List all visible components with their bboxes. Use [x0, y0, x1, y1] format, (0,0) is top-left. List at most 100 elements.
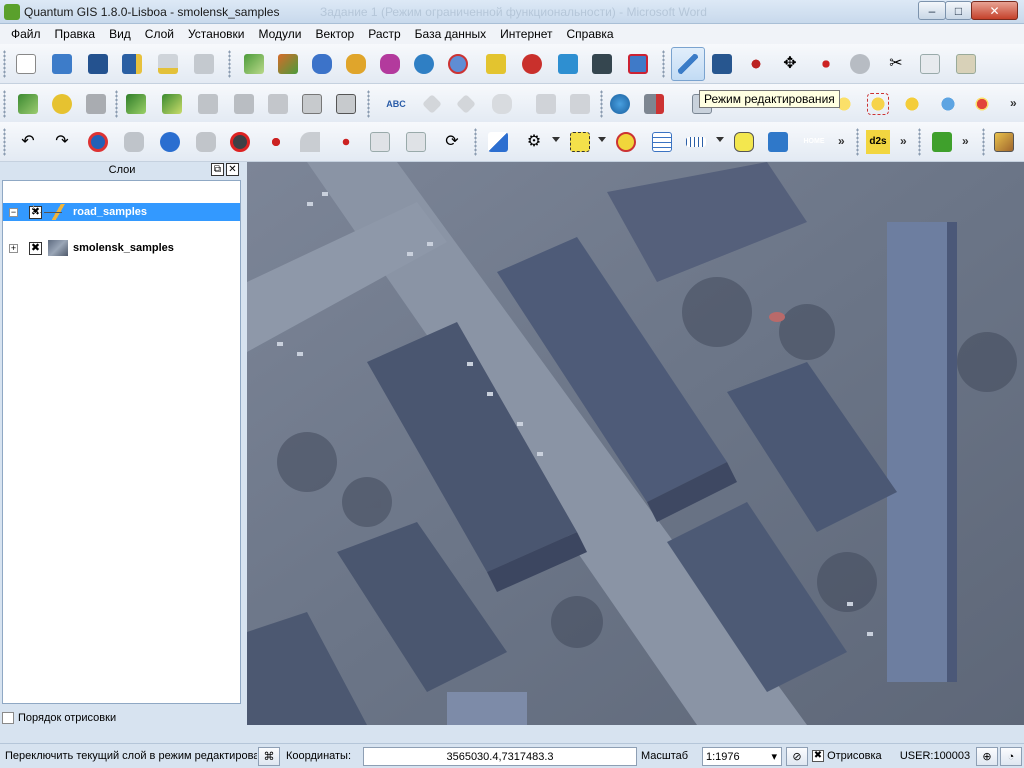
rotate-point-symbols-icon[interactable]	[86, 130, 110, 154]
render-order-option[interactable]: Порядок отрисовки	[2, 710, 116, 726]
change-label-icon[interactable]	[568, 92, 592, 116]
menu-file[interactable]: Файл	[4, 24, 48, 44]
add-delimited-text-icon[interactable]	[590, 52, 614, 76]
add-spatialite-layer-icon[interactable]	[344, 52, 368, 76]
show-pinned-labels-icon[interactable]	[454, 92, 478, 116]
add-wcs-layer-icon[interactable]	[446, 52, 470, 76]
crs-globe-icon[interactable]: ⊕	[976, 747, 998, 766]
open-project-icon[interactable]	[50, 52, 74, 76]
menu-database[interactable]: База данных	[408, 24, 493, 44]
new-project-icon[interactable]	[14, 52, 38, 76]
toolbar-grip[interactable]	[3, 128, 6, 156]
delete-part-icon[interactable]	[196, 92, 220, 116]
remove-layer-icon[interactable]	[520, 52, 544, 76]
cut-features-icon[interactable]: ✂	[884, 52, 908, 76]
zoom-full-icon[interactable]	[866, 92, 890, 116]
map-tips-icon[interactable]	[732, 130, 756, 154]
delete-ring-adv-icon[interactable]	[228, 130, 252, 154]
collapse-toggle[interactable]: −	[9, 207, 18, 217]
delete-ring-icon[interactable]	[84, 92, 108, 116]
panel-close-button[interactable]: ✕	[226, 163, 239, 176]
simplify-feature-icon[interactable]	[124, 92, 148, 116]
zoom-last-icon[interactable]	[970, 92, 994, 116]
add-ring-adv-icon[interactable]	[158, 130, 182, 154]
python-console-icon[interactable]	[930, 130, 954, 154]
maximize-button[interactable]: □	[945, 1, 972, 20]
run-feature-action-icon[interactable]: ⚙	[522, 130, 546, 154]
scale-combo[interactable]: 1:1976 ▾	[702, 747, 782, 766]
toolbar-grip[interactable]	[115, 90, 118, 118]
move-label-icon[interactable]	[490, 92, 514, 116]
menu-vector[interactable]: Вектор	[308, 24, 361, 44]
merge-attributes-icon[interactable]	[368, 130, 392, 154]
attribute-table-icon[interactable]	[650, 130, 674, 154]
menu-plugins[interactable]: Модули	[251, 24, 308, 44]
deselect-features-icon[interactable]	[614, 130, 638, 154]
save-edits-icon[interactable]	[710, 52, 734, 76]
show-bookmarks-icon[interactable]: HOME	[802, 130, 826, 154]
action-dropdown-arrow[interactable]	[552, 137, 560, 142]
offset-curve-icon[interactable]	[266, 92, 290, 116]
copy-features-icon[interactable]	[918, 52, 942, 76]
offset-adv-icon[interactable]	[298, 130, 322, 154]
layers-tree[interactable]: − ✖ road_samples + ✖ smolensk_samples	[2, 180, 241, 704]
measure-line-icon[interactable]	[684, 130, 708, 154]
map-canvas[interactable]	[247, 162, 1024, 725]
toolbar-grip[interactable]	[918, 128, 921, 156]
render-order-checkbox[interactable]	[2, 712, 14, 724]
zoom-selection-icon[interactable]	[900, 92, 924, 116]
toolbar-grip[interactable]	[367, 90, 370, 118]
print-composer-icon[interactable]	[156, 52, 180, 76]
pencil-icon[interactable]	[676, 52, 700, 76]
delete-selected-icon[interactable]	[848, 52, 872, 76]
new-shapefile-icon[interactable]	[484, 52, 508, 76]
menu-settings[interactable]: Установки	[181, 24, 251, 44]
add-ring-icon[interactable]	[50, 92, 74, 116]
d2s-plugin-icon[interactable]: d2s	[866, 130, 890, 154]
move-feature-icon[interactable]: ✥	[778, 52, 802, 76]
split-parts-icon[interactable]	[334, 130, 358, 154]
save-project-icon[interactable]	[86, 52, 110, 76]
render-checkbox[interactable]: ✖	[812, 750, 824, 763]
composer-manager-icon[interactable]	[192, 52, 216, 76]
minimize-button[interactable]: –	[918, 1, 946, 20]
save-as-icon[interactable]	[120, 52, 144, 76]
georeferencer-icon[interactable]	[992, 130, 1016, 154]
menu-raster[interactable]: Растр	[361, 24, 407, 44]
reshape-features-icon[interactable]	[232, 92, 256, 116]
menu-view[interactable]: Вид	[102, 24, 138, 44]
toolbar-more-chevron[interactable]: »	[838, 134, 845, 148]
render-toggle[interactable]: ✖ Отрисовка	[812, 747, 892, 766]
globe-icon[interactable]	[608, 92, 632, 116]
select-features-icon[interactable]	[568, 130, 592, 154]
message-log-icon[interactable]: ◔	[1000, 747, 1022, 766]
layer-row-smolensk-samples[interactable]: + ✖ smolensk_samples	[3, 239, 240, 257]
menu-web[interactable]: Интернет	[493, 24, 559, 44]
menu-layer[interactable]: Слой	[138, 24, 181, 44]
add-part-icon[interactable]	[160, 92, 184, 116]
add-wfs-layer-icon[interactable]	[556, 52, 580, 76]
zoom-layer-icon[interactable]	[936, 92, 960, 116]
pan-to-selection-icon[interactable]: ⌘	[258, 747, 280, 766]
add-vector-layer-icon[interactable]	[242, 52, 266, 76]
menu-edit[interactable]: Правка	[48, 24, 103, 44]
add-postgis-layer-icon[interactable]	[310, 52, 334, 76]
node-edit-icon[interactable]	[264, 130, 288, 154]
toolbar-more-chevron[interactable]: »	[900, 134, 907, 148]
merge-selected-icon[interactable]	[334, 92, 358, 116]
add-wms-layer-icon[interactable]	[412, 52, 436, 76]
expand-toggle[interactable]: +	[9, 243, 18, 253]
toolbar-grip[interactable]	[3, 90, 6, 118]
split-features-icon[interactable]	[300, 92, 324, 116]
capture-polygon-icon[interactable]	[16, 92, 40, 116]
raster-calc-icon[interactable]	[642, 92, 666, 116]
layer-visibility-checkbox[interactable]: ✖	[29, 241, 42, 255]
close-window-button[interactable]: ✕	[971, 1, 1018, 20]
merge-features-icon[interactable]	[404, 130, 428, 154]
toolbar-grip[interactable]	[474, 128, 477, 156]
simplify-icon[interactable]	[122, 130, 146, 154]
add-feature-icon[interactable]	[744, 52, 768, 76]
rotate-label-icon[interactable]	[534, 92, 558, 116]
paste-features-icon[interactable]	[954, 52, 978, 76]
node-tool-icon[interactable]	[814, 52, 838, 76]
